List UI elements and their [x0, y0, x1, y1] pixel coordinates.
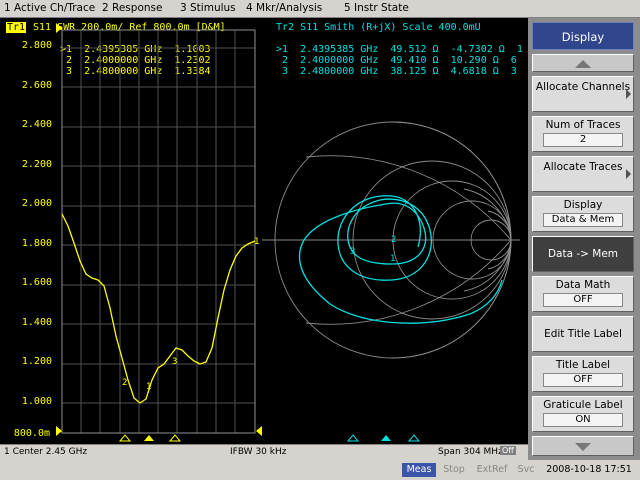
menu-bar: 1 Active Ch/Trace 2 Response 3 Stimulus … [0, 0, 640, 18]
edit-title-label-button[interactable]: Edit Title Label [532, 316, 634, 352]
allocate-traces-button[interactable]: Allocate Traces [532, 156, 634, 192]
title-label-button[interactable]: Title Label OFF [532, 356, 634, 392]
graticule-label-button[interactable]: Graticule Label ON [532, 396, 634, 432]
swr-marker-2: 2 [122, 378, 127, 388]
title-label-label: Title Label [555, 359, 611, 371]
menu-mkr-analysis[interactable]: 4 Mkr/Analysis [246, 2, 322, 14]
smith-marker-3: 3 [350, 247, 355, 257]
submenu-arrow-icon [626, 89, 631, 99]
ifbw[interactable]: IFBW 30 kHz [230, 447, 286, 457]
swr-marker-end: 1 [254, 237, 259, 247]
allocate-traces-label: Allocate Traces [543, 161, 623, 173]
smith-trace [298, 195, 503, 324]
title-label-value: OFF [543, 373, 623, 387]
menu-response[interactable]: 2 Response [102, 2, 162, 14]
marker-triangle-icon [407, 434, 421, 442]
softkey-title: Display [532, 22, 634, 50]
ref-arrow-icon [56, 23, 62, 33]
data-math-label: Data Math [555, 279, 611, 291]
marker-triangle-icon [381, 435, 391, 441]
num-traces-button[interactable]: Num of Traces 2 [532, 116, 634, 152]
scroll-up-button[interactable] [532, 54, 634, 72]
display-button[interactable]: Display Data & Mem [532, 196, 634, 232]
svc-indicator: Svc [517, 464, 535, 475]
date-time: 2008-10-18 17:51 [546, 464, 632, 475]
menu-stimulus[interactable]: 3 Stimulus [180, 2, 236, 14]
status-bar: 1 Center 2.45 GHz IFBW 30 kHz Span 304 M… [0, 444, 528, 460]
stop-indicator: Stop [443, 464, 465, 475]
bottom-bar: Meas Stop ExtRef Svc 2008-10-18 17:51 [0, 460, 640, 480]
ref-arrow-icon [56, 426, 62, 436]
softkey-panel: Display Allocate Channels Num of Traces … [528, 18, 640, 460]
smith-marker-2: 2 [391, 235, 396, 245]
swr-marker-1: 1 [146, 382, 151, 392]
marker-triangle-icon [346, 434, 360, 442]
menu-active-ch-trace[interactable]: 1 Active Ch/Trace [4, 2, 95, 14]
data-math-value: OFF [543, 293, 623, 307]
allocate-channels-label: Allocate Channels [535, 81, 631, 93]
off-indicator: Off [500, 446, 516, 455]
display-value: Data & Mem [543, 213, 623, 227]
smith-marker-1: 1 [390, 254, 395, 264]
display-label: Display [563, 199, 603, 211]
span[interactable]: Span 304 MHz [438, 447, 503, 457]
center-frequency[interactable]: 1 Center 2.45 GHz [4, 447, 87, 457]
plot-area: 2 1 3 1 2 3 1 [56, 23, 520, 442]
marker-triangle-icon [118, 434, 132, 442]
extref-indicator: ExtRef [476, 464, 508, 475]
marker-triangle-icon [144, 435, 154, 441]
swr-graticule [62, 30, 255, 433]
scroll-down-button[interactable] [532, 436, 634, 456]
meas-indicator: Meas [402, 463, 436, 477]
submenu-arrow-icon [626, 169, 631, 179]
measurement-screen: Tr1 S11 SWR 200.0m/ Ref 800.0m [D&M] Tr2… [0, 18, 528, 443]
graticule-label-value: ON [543, 413, 623, 427]
num-traces-label: Num of Traces [545, 119, 621, 131]
marker-triangle-icon [168, 434, 182, 442]
menu-instr-state[interactable]: 5 Instr State [344, 2, 409, 14]
data-math-button[interactable]: Data Math OFF [532, 276, 634, 312]
data-to-mem-button[interactable]: Data -> Mem [532, 236, 634, 272]
ref-arrow-icon [256, 426, 262, 436]
allocate-channels-button[interactable]: Allocate Channels [532, 76, 634, 112]
swr-marker-3: 3 [172, 357, 177, 367]
num-traces-value: 2 [543, 133, 623, 147]
graticule-label-label: Graticule Label [543, 399, 623, 411]
